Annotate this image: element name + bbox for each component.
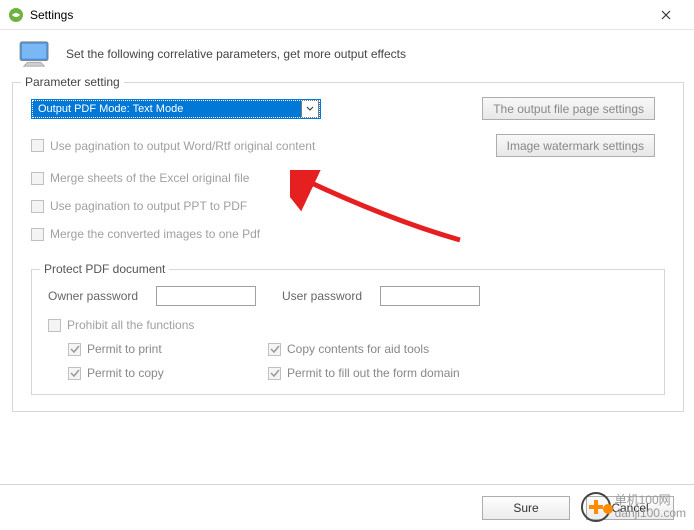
checkbox-icon	[31, 139, 44, 152]
checkbox-icon	[68, 367, 81, 380]
checkbox-pagination-word[interactable]: Use pagination to output Word/Rtf origin…	[31, 139, 496, 153]
checkbox-label: Use pagination to output Word/Rtf origin…	[50, 139, 315, 153]
header-text: Set the following correlative parameters…	[66, 47, 406, 61]
sure-button[interactable]: Sure	[482, 496, 570, 520]
checkbox-merge-images[interactable]: Merge the converted images to one Pdf	[31, 227, 665, 241]
protect-legend: Protect PDF document	[40, 262, 169, 276]
checkbox-merge-excel[interactable]: Merge sheets of the Excel original file	[31, 171, 665, 185]
permissions-grid: Permit to print Copy contents for aid to…	[68, 342, 648, 380]
owner-password-label: Owner password	[48, 289, 148, 303]
checkbox-permit-print[interactable]: Permit to print	[68, 342, 268, 356]
checkbox-icon	[31, 200, 44, 213]
checkbox-label: Permit to print	[87, 342, 162, 356]
checkbox-permit-form[interactable]: Permit to fill out the form domain	[268, 366, 528, 380]
user-password-label: User password	[282, 289, 372, 303]
checkbox-label: Permit to copy	[87, 366, 164, 380]
watermark-settings-button[interactable]: Image watermark settings	[496, 134, 655, 157]
checkbox-prohibit-all[interactable]: Prohibit all the functions	[48, 318, 648, 332]
row-chk1: Use pagination to output Word/Rtf origin…	[31, 134, 665, 157]
output-mode-dropdown[interactable]: Output PDF Mode: Text Mode	[31, 99, 321, 119]
checkbox-label: Merge the converted images to one Pdf	[50, 227, 260, 241]
dropdown-text: Output PDF Mode: Text Mode	[32, 103, 300, 115]
checkbox-label: Permit to fill out the form domain	[287, 366, 460, 380]
page-settings-button[interactable]: The output file page settings	[482, 97, 655, 120]
checkbox-copy-aid[interactable]: Copy contents for aid tools	[268, 342, 528, 356]
checkbox-icon	[268, 367, 281, 380]
checkbox-label: Merge sheets of the Excel original file	[50, 171, 249, 185]
checkbox-permit-copy[interactable]: Permit to copy	[68, 366, 268, 380]
close-button[interactable]	[646, 0, 686, 30]
checkbox-icon	[68, 343, 81, 356]
title-bar: Settings	[0, 0, 694, 30]
user-password-input[interactable]	[380, 286, 480, 306]
bottom-bar: Sure Cancel	[0, 484, 694, 530]
fieldset-legend: Parameter setting	[21, 75, 124, 89]
checkbox-icon	[31, 172, 44, 185]
protect-fieldset: Protect PDF document Owner password User…	[31, 269, 665, 395]
checkbox-pagination-ppt[interactable]: Use pagination to output PPT to PDF	[31, 199, 665, 213]
checkbox-icon	[268, 343, 281, 356]
checkbox-icon	[48, 319, 61, 332]
checkbox-label: Copy contents for aid tools	[287, 342, 429, 356]
password-row: Owner password User password	[48, 286, 648, 306]
checkbox-label: Prohibit all the functions	[67, 318, 194, 332]
close-icon	[661, 10, 671, 20]
monitor-icon	[18, 40, 52, 68]
checkbox-icon	[31, 228, 44, 241]
checkbox-label: Use pagination to output PPT to PDF	[50, 199, 247, 213]
parameter-fieldset: Parameter setting Output PDF Mode: Text …	[12, 82, 684, 412]
dropdown-row: Output PDF Mode: Text Mode The output fi…	[31, 97, 665, 120]
chevron-down-icon	[301, 100, 319, 118]
app-icon	[8, 7, 24, 23]
window-title: Settings	[30, 8, 646, 22]
cancel-button[interactable]: Cancel	[586, 496, 674, 520]
owner-password-input[interactable]	[156, 286, 256, 306]
